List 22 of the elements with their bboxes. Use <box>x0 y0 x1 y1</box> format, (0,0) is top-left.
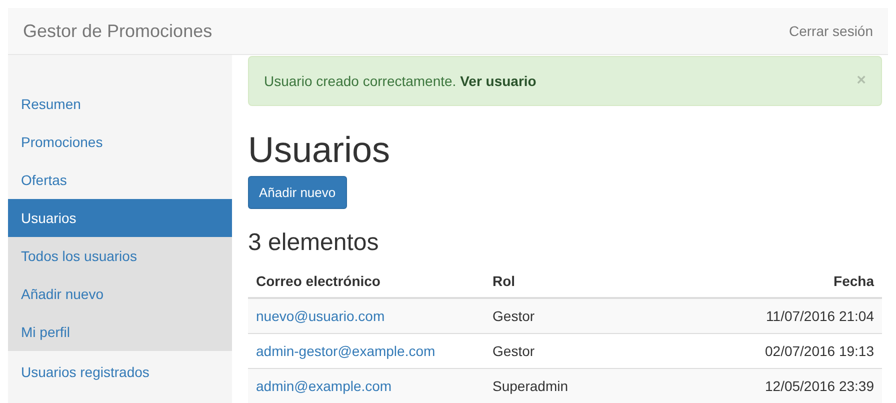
table-cell: 12/05/2016 23:39 <box>765 378 874 394</box>
sidebar-item[interactable]: Promociones <box>8 123 232 161</box>
sidebar-subitem[interactable]: Todos los usuarios <box>8 237 232 275</box>
add-new-button[interactable]: Añadir nuevo <box>248 176 347 209</box>
sidebar-subitem[interactable]: Mi perfil <box>8 313 232 351</box>
page-title: Usuarios <box>248 130 392 170</box>
table-cell: Gestor <box>492 308 535 324</box>
table-cell: 11/07/2016 21:04 <box>766 308 874 324</box>
sidebar-item[interactable]: Usuarios <box>8 199 232 237</box>
logout-link[interactable]: Cerrar sesión <box>788 23 873 39</box>
table-cell: 02/07/2016 19:13 <box>765 343 874 359</box>
alert-message: Usuario creado correctamente. <box>264 73 456 89</box>
item-count: 3 elementos <box>248 229 380 257</box>
view-user-link[interactable]: Ver usuario <box>460 73 536 89</box>
sidebar-item[interactable]: Ofertas <box>8 161 232 199</box>
sidebar-item[interactable]: Usuarios registrados <box>8 353 232 391</box>
table-cell: Gestor <box>492 343 535 359</box>
sidebar-item[interactable]: Resumen <box>8 85 232 123</box>
email-link[interactable]: admin-gestor@example.com <box>256 343 436 359</box>
sidebar-subitem[interactable]: Añadir nuevo <box>8 275 232 313</box>
table-cell: Superadmin <box>492 378 568 394</box>
app-title[interactable]: Gestor de Promociones <box>23 20 212 42</box>
